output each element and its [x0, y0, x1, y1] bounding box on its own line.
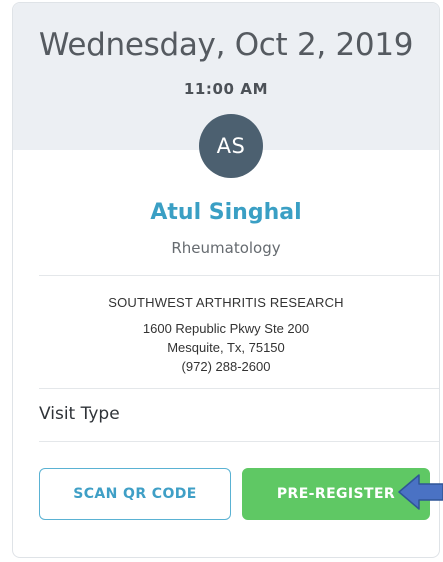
scan-qr-code-label: SCAN QR CODE — [73, 486, 197, 502]
appointment-card: Wednesday, Oct 2, 2019 11:00 AM AS Atul … — [12, 2, 440, 558]
address-line-2: Mesquite, Tx, 75150 — [167, 340, 285, 355]
scan-qr-code-button[interactable]: SCAN QR CODE — [39, 468, 231, 520]
appointment-time: 11:00 AM — [183, 80, 269, 98]
divider — [39, 275, 439, 276]
provider-avatar: AS — [199, 114, 263, 178]
divider — [39, 441, 439, 442]
appointment-date: Wednesday, Oct 2, 2019 — [38, 27, 414, 63]
pre-register-label: PRE-REGISTER — [276, 486, 396, 502]
provider-name[interactable]: Atul Singhal — [13, 200, 439, 225]
location-name: SOUTHWEST ARTHRITIS RESEARCH — [108, 295, 344, 310]
provider-specialty: Rheumatology — [171, 239, 281, 257]
address-line-1: 1600 Republic Pkwy Ste 200 — [142, 321, 310, 336]
location-phone[interactable]: (972) 288-2600 — [13, 359, 439, 374]
divider — [39, 388, 439, 389]
visit-type-label: Visit Type — [39, 404, 120, 424]
arrow-left-icon — [398, 474, 443, 510]
